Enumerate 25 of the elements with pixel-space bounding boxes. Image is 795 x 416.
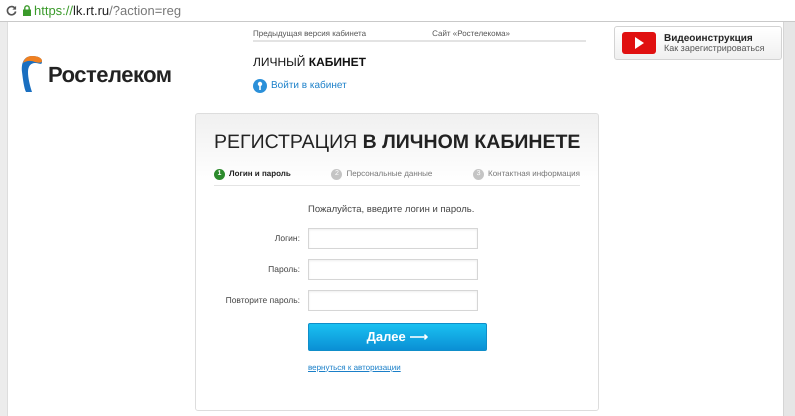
top-link[interactable]: Предыдущая версия кабинета xyxy=(253,28,366,40)
scrollbar[interactable] xyxy=(783,22,795,416)
reload-icon[interactable] xyxy=(6,5,17,16)
top-link[interactable]: Сайт «Ростелекома» xyxy=(432,28,510,40)
play-icon xyxy=(622,32,656,54)
registration-title: РЕГИСТРАЦИЯ В ЛИЧНОМ КАБИНЕТЕ xyxy=(214,130,580,155)
input-field[interactable] xyxy=(308,258,478,280)
step-label: Логин и пароль xyxy=(229,168,291,180)
video-instruction-button[interactable]: Видеоинструкция Как зарегистрироваться xyxy=(614,26,782,60)
input-field[interactable] xyxy=(308,290,478,310)
field-label: Пароль: xyxy=(267,262,301,276)
lock-icon xyxy=(23,5,31,16)
address-field[interactable]: https://lk.rt.ru/?action=reg xyxy=(23,2,795,20)
step-label: Персональные данные xyxy=(346,168,432,180)
logo-text: Ростелеком xyxy=(48,60,172,88)
cabinet-title: ЛИЧНЫЙ КАБИНЕТ xyxy=(253,54,366,71)
back-to-login-link[interactable]: вернуться к авторизации xyxy=(308,362,401,374)
login-link[interactable]: Войти в кабинет xyxy=(253,78,366,93)
step-label: Контактная информация xyxy=(488,168,580,180)
field-label: Логин: xyxy=(274,232,301,244)
field-label: Повторите пароль: xyxy=(224,294,301,306)
key-icon xyxy=(253,78,267,92)
logo-icon xyxy=(20,54,44,94)
input-field[interactable] xyxy=(308,228,478,248)
prompt-text: Пожалуйста, введите логин и пароль. xyxy=(308,203,476,218)
